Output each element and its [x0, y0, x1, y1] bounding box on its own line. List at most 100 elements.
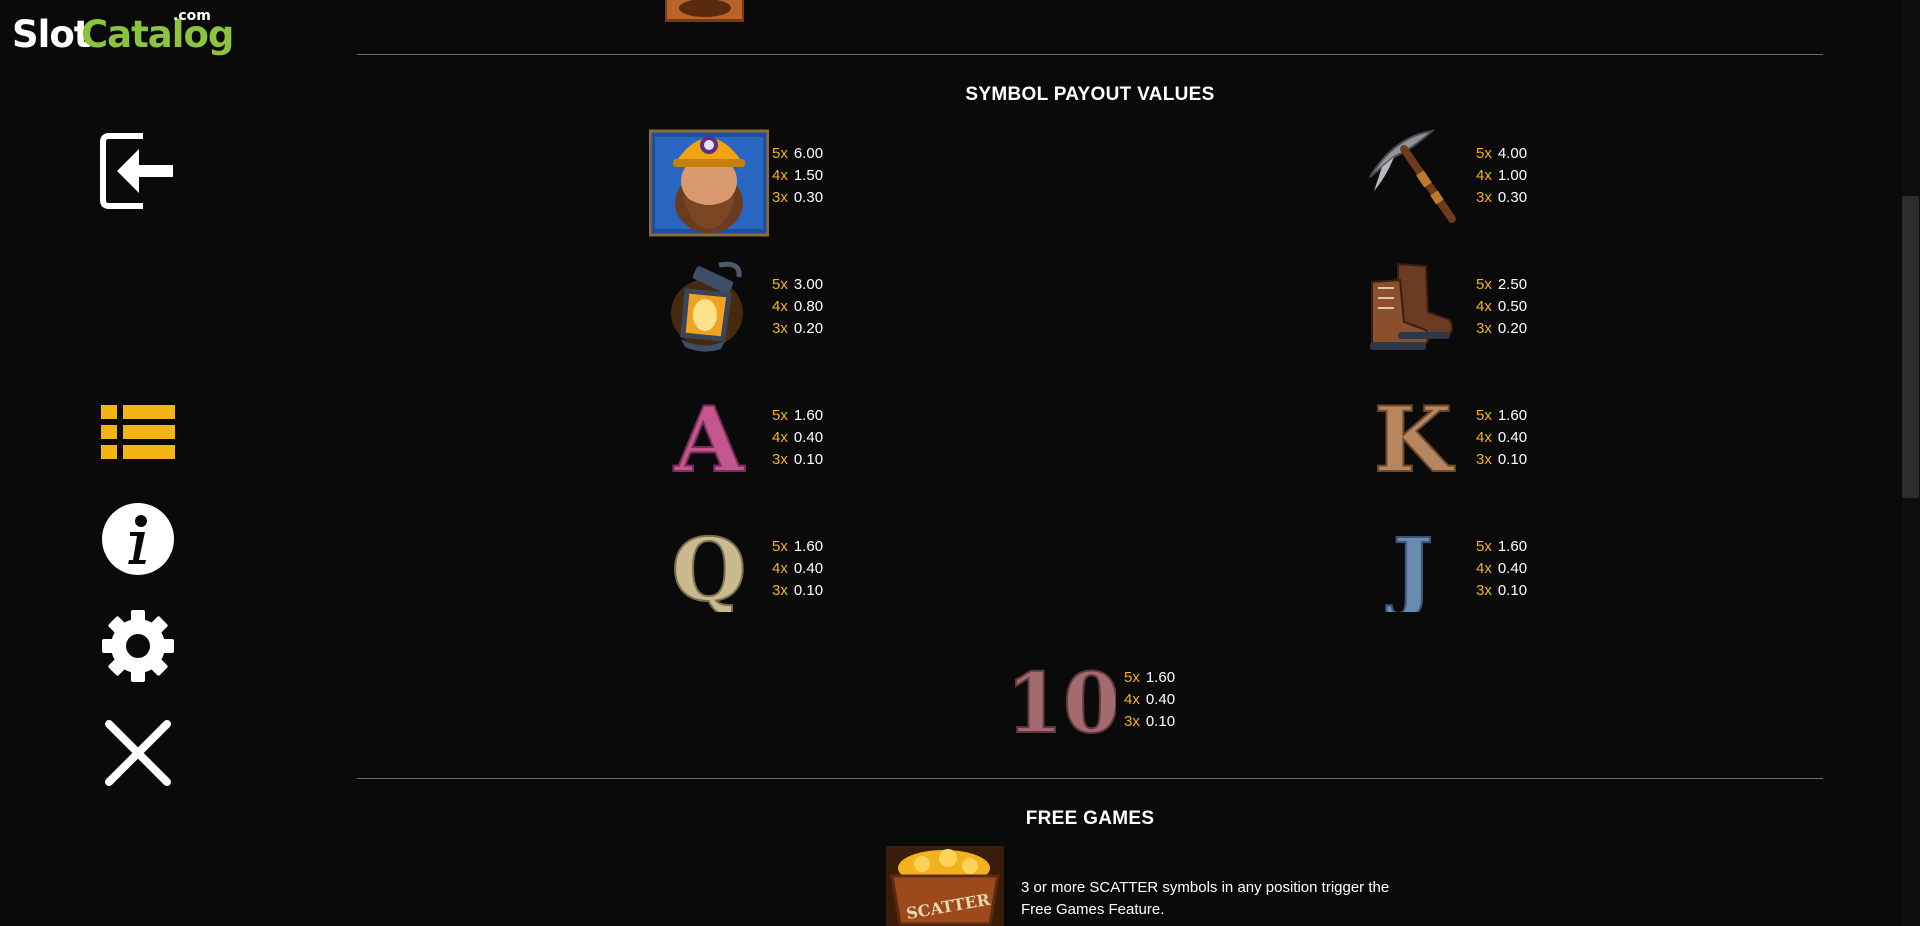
pickaxe-symbol	[1364, 127, 1460, 225]
payout-value: 0.50	[1497, 298, 1528, 315]
letter-a-glyph: A	[673, 393, 745, 481]
payout-value: 1.60	[1497, 407, 1528, 424]
info-icon	[102, 503, 174, 575]
payout-multiplier: 5x	[1476, 538, 1492, 555]
letter-a-payouts: 5x 1.60 4x 0.40 3x 0.10	[772, 405, 823, 471]
letter-q-glyph: Q	[672, 524, 747, 612]
free-games-text-line2: Free Games Feature.	[1021, 901, 1165, 918]
number-ten-payouts: 5x 1.60 4x 0.40 3x 0.10	[1124, 667, 1175, 733]
logo-dotcom-text: .com	[173, 8, 211, 24]
payout-multiplier: 5x	[1476, 145, 1492, 162]
payout-multiplier: 4x	[772, 167, 788, 184]
payout-multiplier: 3x	[1476, 320, 1492, 337]
paytable-page: Slot Catalog .com SYMBOL PAYOUT VALUES 5…	[0, 0, 1920, 926]
letter-k-payouts: 5x 1.60 4x 0.40 3x 0.10	[1476, 405, 1527, 471]
lantern-payouts: 5x 3.00 4x 0.80 3x 0.20	[772, 274, 823, 340]
payout-value: 0.40	[1145, 691, 1176, 708]
letter-k-symbol: K	[1363, 393, 1463, 481]
exit-icon	[100, 133, 173, 209]
number-ten-symbol: 10	[1010, 656, 1116, 744]
close-icon	[105, 720, 171, 786]
payout-value: 1.00	[1497, 167, 1528, 184]
payout-value: 1.60	[1497, 538, 1528, 555]
payout-multiplier: 4x	[772, 560, 788, 577]
payout-value: 0.30	[793, 189, 824, 206]
payout-value: 1.60	[793, 538, 824, 555]
scrollbar-thumb[interactable]	[1902, 196, 1919, 498]
payout-value: 0.30	[1497, 189, 1528, 206]
payout-multiplier: 4x	[772, 298, 788, 315]
payout-multiplier: 5x	[1476, 407, 1492, 424]
section-divider-bottom	[357, 778, 1823, 779]
letter-q-payouts: 5x 1.60 4x 0.40 3x 0.10	[772, 536, 823, 602]
payout-value: 0.40	[793, 560, 824, 577]
scrollbar-track[interactable]	[1902, 0, 1920, 926]
letter-a-symbol: A	[659, 393, 759, 481]
logo-slot-text: Slot	[12, 13, 91, 56]
payout-value: 0.10	[793, 451, 824, 468]
settings-button[interactable]	[99, 607, 177, 685]
payout-multiplier: 3x	[1476, 582, 1492, 599]
payout-value: 6.00	[793, 145, 824, 162]
payout-multiplier: 3x	[1476, 189, 1492, 206]
lantern-symbol	[663, 255, 759, 355]
free-games-text-line1: 3 or more SCATTER symbols in any positio…	[1021, 879, 1390, 896]
letter-j-glyph: J	[1386, 524, 1434, 612]
previous-section-image	[665, 0, 744, 22]
exit-button[interactable]	[99, 132, 177, 210]
letter-j-symbol: J	[1363, 524, 1463, 612]
paytable-list-icon	[101, 405, 175, 459]
slotcatalog-logo[interactable]: Slot Catalog .com	[12, 8, 234, 56]
letter-k-glyph: K	[1374, 393, 1455, 481]
pickaxe-payouts: 5x 4.00 4x 1.00 3x 0.30	[1476, 143, 1527, 209]
payout-multiplier: 5x	[1476, 276, 1492, 293]
letter-q-symbol: Q	[659, 524, 759, 612]
payout-value: 1.60	[1145, 669, 1176, 686]
close-button[interactable]	[99, 714, 177, 792]
payout-value: 0.10	[793, 582, 824, 599]
payout-multiplier: 5x	[772, 145, 788, 162]
payout-multiplier: 4x	[1476, 298, 1492, 315]
payout-multiplier: 4x	[1476, 429, 1492, 446]
boots-payouts: 5x 2.50 4x 0.50 3x 0.20	[1476, 274, 1527, 340]
payout-multiplier: 5x	[772, 407, 788, 424]
payout-value: 0.80	[793, 298, 824, 315]
free-games-description: 3 or more SCATTER symbols in any positio…	[1021, 877, 1441, 921]
settings-gear-icon	[102, 610, 174, 682]
payout-multiplier: 4x	[1124, 691, 1140, 708]
payout-multiplier: 5x	[1124, 669, 1140, 686]
payout-value: 0.20	[793, 320, 824, 337]
payout-multiplier: 5x	[772, 538, 788, 555]
letter-j-payouts: 5x 1.60 4x 0.40 3x 0.10	[1476, 536, 1527, 602]
payout-value: 2.50	[1497, 276, 1528, 293]
payout-multiplier: 3x	[772, 189, 788, 206]
payout-value: 1.60	[793, 407, 824, 424]
payout-value: 0.20	[1497, 320, 1528, 337]
payout-value: 0.40	[793, 429, 824, 446]
payout-value: 0.40	[1497, 560, 1528, 577]
section-divider-top	[357, 54, 1823, 55]
info-button[interactable]	[99, 500, 177, 578]
miner-payouts: 5x 6.00 4x 1.50 3x 0.30	[772, 143, 823, 209]
payout-value: 4.00	[1497, 145, 1528, 162]
payout-multiplier: 3x	[772, 451, 788, 468]
payout-section-title: SYMBOL PAYOUT VALUES	[965, 84, 1215, 105]
paytable-button[interactable]	[99, 397, 177, 475]
number-ten-glyph: 10	[1010, 656, 1116, 744]
payout-value: 0.10	[1145, 713, 1176, 730]
payout-multiplier: 5x	[772, 276, 788, 293]
payout-multiplier: 3x	[1124, 713, 1140, 730]
payout-value: 0.40	[1497, 429, 1528, 446]
payout-multiplier: 4x	[772, 429, 788, 446]
free-games-title: FREE GAMES	[1025, 808, 1155, 829]
payout-multiplier: 3x	[1476, 451, 1492, 468]
scatter-symbol: SCATTER	[886, 846, 1004, 926]
payout-multiplier: 4x	[1476, 560, 1492, 577]
payout-value: 0.10	[1497, 451, 1528, 468]
payout-value: 0.10	[1497, 582, 1528, 599]
payout-value: 3.00	[793, 276, 824, 293]
payout-value: 1.50	[793, 167, 824, 184]
payout-multiplier: 4x	[1476, 167, 1492, 184]
miner-symbol	[649, 115, 769, 237]
payout-multiplier: 3x	[772, 582, 788, 599]
